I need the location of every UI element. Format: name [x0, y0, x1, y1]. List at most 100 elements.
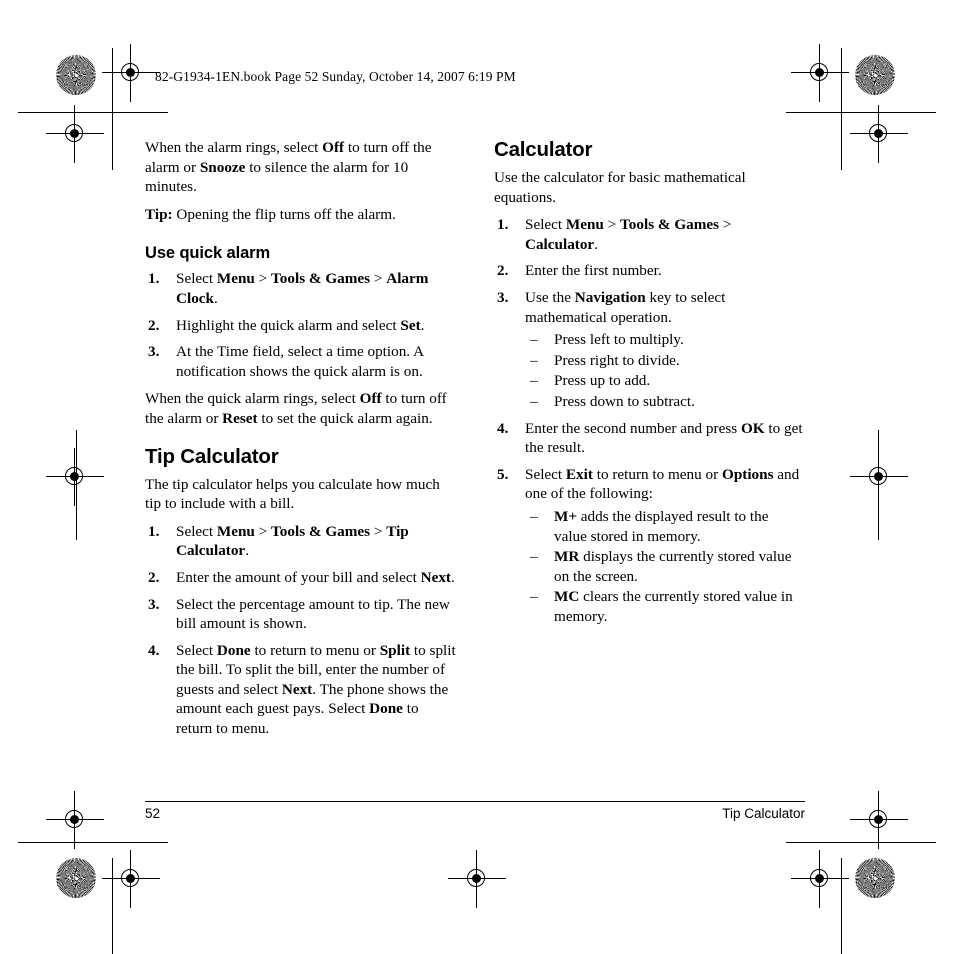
step-text-part2: > — [254, 522, 272, 540]
heading-calculator: Calculator — [494, 138, 593, 161]
quick-alarm-step-2: 2. Highlight the quick alarm and select S… — [145, 316, 456, 336]
memory-key-label: MC — [554, 588, 580, 606]
step-text-part1: Enter the first number. — [525, 262, 662, 280]
calculator-step-3: 3. Use the Navigation key to select mathe… — [494, 288, 805, 412]
navigation-sub-item-3: – Press up to add. — [525, 371, 805, 391]
step-text-part1: Select — [525, 465, 566, 483]
heading-use-quick-alarm: Use quick alarm — [145, 244, 271, 263]
sub-item-text: Press down to subtract. — [554, 392, 695, 410]
quick-alarm-step-list: 1. Select Menu > Tools & Games > Alarm Cl… — [145, 269, 456, 381]
step-bold-set: Set — [400, 316, 421, 334]
step-number: 1. — [148, 522, 160, 540]
step-text-part4: . — [213, 289, 218, 307]
calculator-step-5: 5. Select Exit to return to menu or Optio… — [494, 465, 805, 627]
tip-note-line: Tip: Opening the flip turns off the alar… — [145, 205, 456, 225]
step-bold-menu: Menu — [216, 522, 255, 540]
dash-bullet-icon: – — [530, 331, 538, 349]
step-number: 3. — [497, 288, 509, 306]
step-bold-tools-games: Tools & Games — [271, 270, 371, 288]
step-text-part3: > — [719, 216, 732, 234]
step-number: 5. — [497, 465, 509, 483]
heading-tip-calculator: Tip Calculator — [145, 444, 279, 468]
step-bold-tools-games: Tools & Games — [271, 522, 371, 540]
step-text-part1: Use the — [525, 288, 575, 306]
step-number: 1. — [148, 270, 160, 288]
step-number: 2. — [148, 568, 160, 586]
outro-part3: to set the quick alarm again. — [257, 409, 433, 427]
step-number: 3. — [148, 343, 160, 361]
dash-bullet-icon: – — [530, 507, 538, 525]
navigation-sub-item-1: – Press left to multiply. — [525, 330, 805, 350]
memory-key-label: MR — [554, 548, 580, 566]
step-text-part2: . — [451, 568, 455, 586]
memory-key-label: M+ — [554, 507, 577, 525]
sub-item-text: Press right to divide. — [554, 351, 680, 369]
step-number: 1. — [497, 216, 509, 234]
tip-calculator-step-1: 1. Select Menu > Tools & Games > Tip Calc… — [145, 522, 456, 561]
step-bold-ok: OK — [740, 419, 765, 437]
step-bold-done: Done — [216, 641, 251, 659]
sub-item-text: Press left to multiply. — [554, 331, 684, 349]
navigation-key-sublist: – Press left to multiply. – Press right to… — [525, 330, 805, 411]
alarm-intro-bold-snooze: Snooze — [199, 158, 246, 176]
tip-note-label: Tip: — [145, 205, 173, 223]
tip-calculator-intro: The tip calculator helps you calculate h… — [145, 475, 440, 513]
calculator-step-1: 1. Select Menu > Tools & Games > Calculat… — [494, 215, 805, 254]
tip-calculator-step-list: 1. Select Menu > Tools & Games > Tip Calc… — [145, 522, 456, 739]
right-column: Calculator Use the calculator for basic … — [494, 138, 805, 747]
quick-alarm-step-1: 1. Select Menu > Tools & Games > Alarm Cl… — [145, 269, 456, 308]
sub-item-text: displays the currently stored value on t… — [554, 548, 792, 585]
step-text-part1: Select — [176, 641, 217, 659]
navigation-sub-item-4: – Press down to subtract. — [525, 392, 805, 412]
dash-bullet-icon: – — [530, 548, 538, 566]
calculator-step-4: 4. Enter the second number and press OK t… — [494, 419, 805, 458]
tip-calculator-step-2: 2. Enter the amount of your bill and sele… — [145, 568, 456, 588]
step-bold-split: Split — [379, 641, 411, 659]
tip-note-text: Opening the flip turns off the alarm. — [172, 205, 396, 223]
document-page: 82-G1934-1EN.book Page 52 Sunday, Octobe… — [0, 0, 954, 954]
step-text-part1: Highlight the quick alarm and select — [176, 316, 401, 334]
tip-calculator-step-3: 3. Select the percentage amount to tip. T… — [145, 595, 456, 634]
sub-item-text: adds the displayed result to the value s… — [554, 507, 769, 545]
step-bold-tools-games: Tools & Games — [620, 216, 720, 234]
step-bold-menu: Menu — [216, 270, 255, 288]
outro-bold-off: Off — [359, 390, 382, 408]
step-text-part1: Enter the amount of your bill and select — [176, 568, 421, 586]
step-number: 4. — [148, 641, 160, 659]
step-text-part3: > — [370, 522, 387, 540]
step-number: 2. — [497, 262, 509, 280]
sub-item-text: clears the currently stored value in mem… — [554, 588, 793, 625]
step-number: 2. — [148, 316, 160, 334]
step-text-part4: . — [594, 235, 598, 253]
calculator-step-list: 1. Select Menu > Tools & Games > Calculat… — [494, 215, 805, 626]
quick-alarm-step-3: 3. At the Time field, select a time optio… — [145, 342, 456, 381]
sub-item-text: Press up to add. — [554, 372, 651, 390]
step-number: 4. — [497, 419, 509, 437]
step-text-part1: Select — [525, 216, 566, 234]
outro-part1: When the quick alarm rings, select — [145, 390, 360, 408]
step-text-part2: to return to menu or — [592, 465, 722, 483]
step-text-part2: to return to menu or — [250, 641, 380, 659]
step-text-part1: Enter the second number and press — [525, 419, 741, 437]
step-bold-calculator: Calculator — [525, 235, 595, 253]
step-text-part2: > — [603, 216, 621, 234]
step-bold-done-2: Done — [369, 700, 403, 718]
memory-sub-item-mr: – MR displays the currently stored value … — [525, 547, 805, 586]
step-bold-menu: Menu — [565, 216, 604, 234]
step-number: 3. — [148, 595, 160, 613]
calculator-step-2: 2. Enter the first number. — [494, 261, 805, 281]
step-bold-options: Options — [722, 465, 774, 483]
memory-sub-item-mc: – MC clears the currently stored value in… — [525, 587, 805, 626]
memory-options-sublist: – M+ adds the displayed result to the val… — [525, 507, 805, 627]
two-column-body: When the alarm rings, select Off to turn… — [145, 138, 805, 747]
navigation-sub-item-2: – Press right to divide. — [525, 351, 805, 371]
dash-bullet-icon: – — [530, 392, 538, 410]
file-header-text: 82-G1934-1EN.book Page 52 Sunday, Octobe… — [155, 69, 516, 84]
left-column: When the alarm rings, select Off to turn… — [145, 138, 456, 747]
alarm-intro-paragraph: When the alarm rings, select Off to turn… — [145, 138, 456, 197]
outro-bold-reset: Reset — [222, 409, 258, 427]
step-text-part1: Select — [176, 522, 217, 540]
alarm-intro-part1: When the alarm rings, select — [145, 139, 323, 156]
step-text-part1: At the Time field, select a time option.… — [176, 343, 424, 380]
step-bold-navigation: Navigation — [574, 288, 646, 306]
